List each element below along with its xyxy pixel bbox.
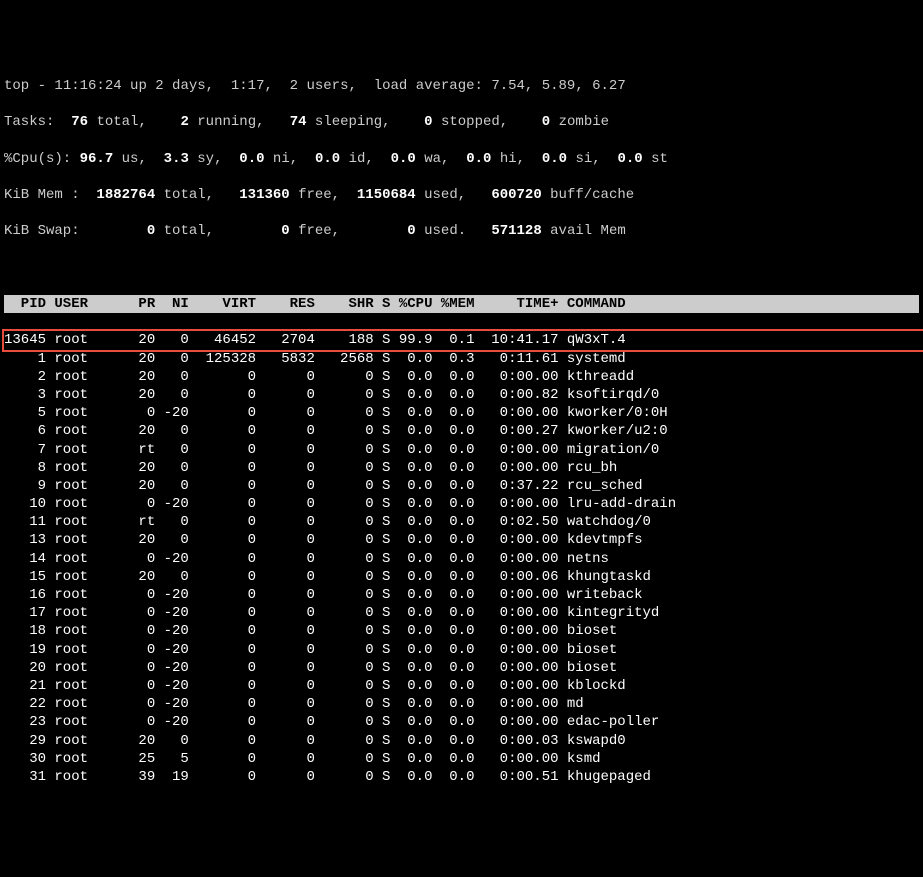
process-list: 13645 root 20 0 46452 2704 188 S 99.9 0.… xyxy=(4,331,919,786)
top-summary-cpu: %Cpu(s): 96.7 us, 3.3 sy, 0.0 ni, 0.0 id… xyxy=(4,150,919,168)
process-row[interactable]: 8 root 20 0 0 0 0 S 0.0 0.0 0:00.00 rcu_… xyxy=(4,460,617,476)
process-row[interactable]: 16 root 0 -20 0 0 0 S 0.0 0.0 0:00.00 wr… xyxy=(4,587,643,603)
process-row[interactable]: 20 root 0 -20 0 0 0 S 0.0 0.0 0:00.00 bi… xyxy=(4,660,617,676)
process-row[interactable]: 31 root 39 19 0 0 0 S 0.0 0.0 0:00.51 kh… xyxy=(4,769,651,785)
top-summary-tasks: Tasks: 76 total, 2 running, 74 sleeping,… xyxy=(4,113,919,131)
process-row[interactable]: 6 root 20 0 0 0 0 S 0.0 0.0 0:00.27 kwor… xyxy=(4,423,668,439)
process-row[interactable]: 23 root 0 -20 0 0 0 S 0.0 0.0 0:00.00 ed… xyxy=(4,714,659,730)
process-row[interactable]: 2 root 20 0 0 0 0 S 0.0 0.0 0:00.00 kthr… xyxy=(4,369,634,385)
process-row[interactable]: 22 root 0 -20 0 0 0 S 0.0 0.0 0:00.00 md xyxy=(4,696,584,712)
process-row[interactable]: 14 root 0 -20 0 0 0 S 0.0 0.0 0:00.00 ne… xyxy=(4,551,609,567)
process-row[interactable]: 1 root 20 0 125328 5832 2568 S 0.0 0.3 0… xyxy=(4,351,626,367)
top-summary-line-1: top - 11:16:24 up 2 days, 1:17, 2 users,… xyxy=(4,77,919,95)
process-row[interactable]: 17 root 0 -20 0 0 0 S 0.0 0.0 0:00.00 ki… xyxy=(4,605,659,621)
process-row[interactable]: 7 root rt 0 0 0 0 S 0.0 0.0 0:00.00 migr… xyxy=(4,442,659,458)
process-row-highlighted[interactable]: 13645 root 20 0 46452 2704 188 S 99.9 0.… xyxy=(2,329,923,351)
top-summary-mem: KiB Mem : 1882764 total, 131360 free, 11… xyxy=(4,186,919,204)
process-row[interactable]: 21 root 0 -20 0 0 0 S 0.0 0.0 0:00.00 kb… xyxy=(4,678,626,694)
process-row[interactable]: 10 root 0 -20 0 0 0 S 0.0 0.0 0:00.00 lr… xyxy=(4,496,676,512)
process-row[interactable]: 30 root 25 5 0 0 0 S 0.0 0.0 0:00.00 ksm… xyxy=(4,751,601,767)
top-summary-swap: KiB Swap: 0 total, 0 free, 0 used. 57112… xyxy=(4,222,919,240)
process-row[interactable]: 9 root 20 0 0 0 0 S 0.0 0.0 0:37.22 rcu_… xyxy=(4,478,643,494)
process-row[interactable]: 3 root 20 0 0 0 0 S 0.0 0.0 0:00.82 ksof… xyxy=(4,387,659,403)
process-table-header[interactable]: PID USER PR NI VIRT RES SHR S %CPU %MEM … xyxy=(4,295,919,313)
process-row[interactable]: 5 root 0 -20 0 0 0 S 0.0 0.0 0:00.00 kwo… xyxy=(4,405,668,421)
blank-line xyxy=(4,259,919,277)
process-row[interactable]: 19 root 0 -20 0 0 0 S 0.0 0.0 0:00.00 bi… xyxy=(4,642,617,658)
process-row[interactable]: 11 root rt 0 0 0 0 S 0.0 0.0 0:02.50 wat… xyxy=(4,514,651,530)
process-row[interactable]: 29 root 20 0 0 0 0 S 0.0 0.0 0:00.03 ksw… xyxy=(4,733,626,749)
process-row[interactable]: 15 root 20 0 0 0 0 S 0.0 0.0 0:00.06 khu… xyxy=(4,569,651,585)
process-row[interactable]: 13 root 20 0 0 0 0 S 0.0 0.0 0:00.00 kde… xyxy=(4,532,643,548)
